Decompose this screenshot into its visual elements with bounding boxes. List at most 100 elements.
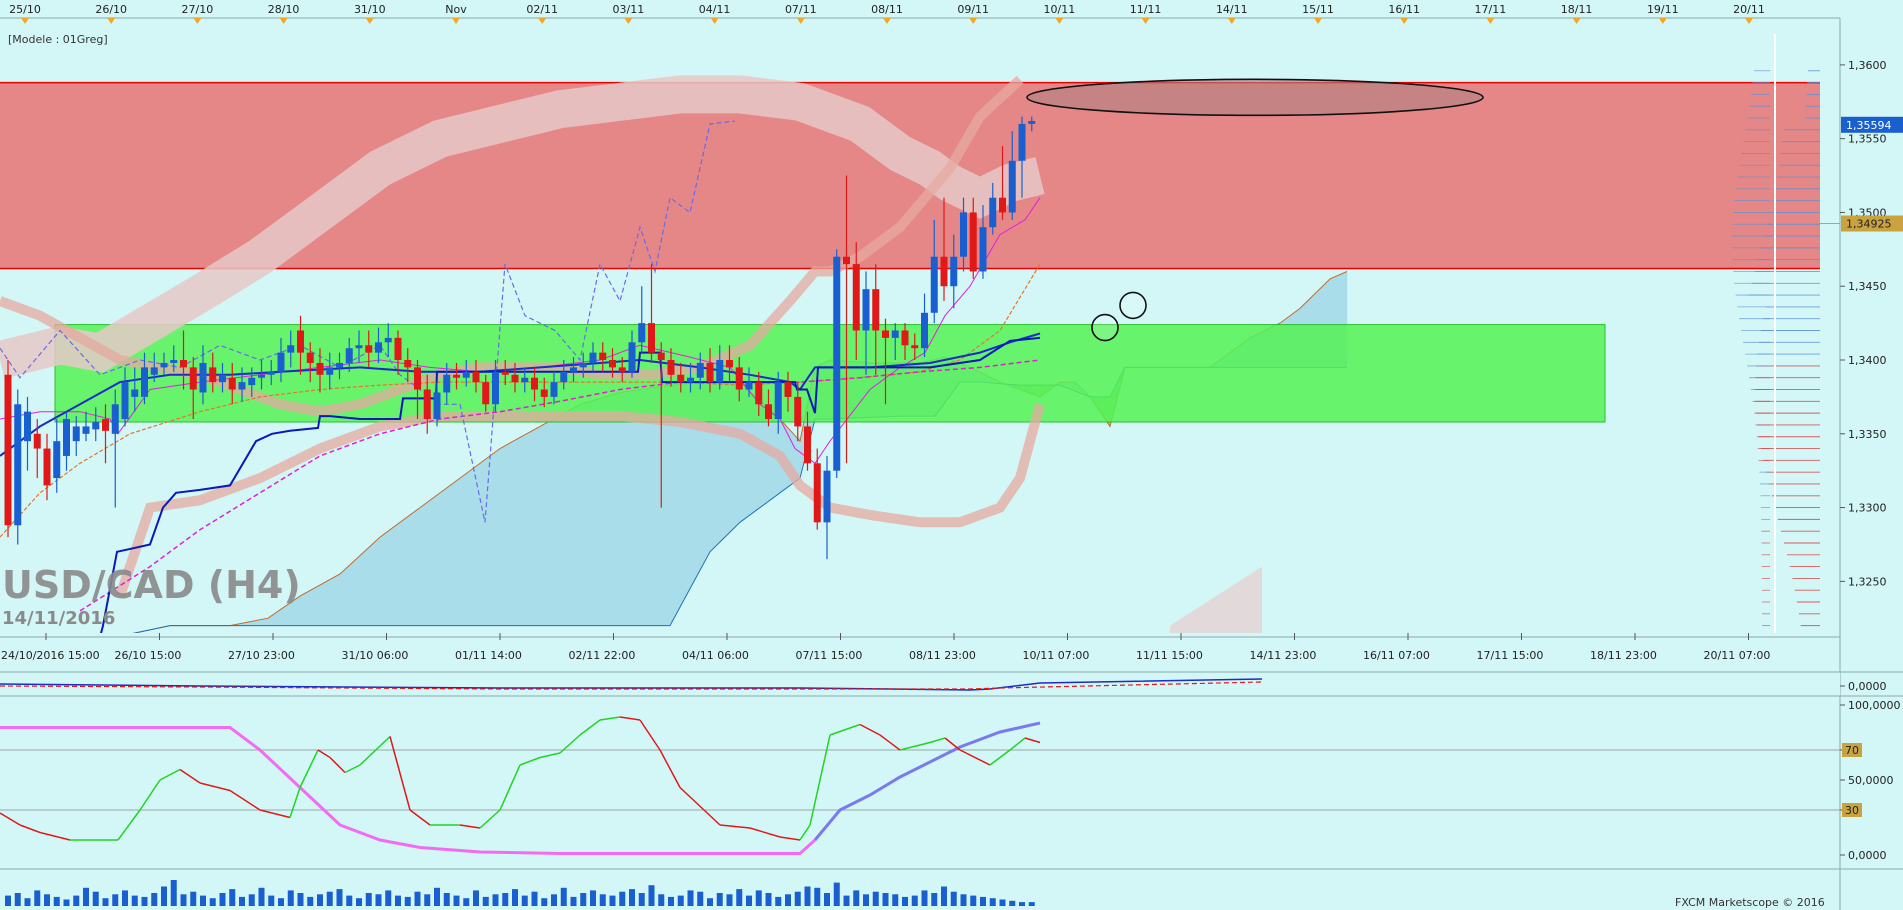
top-date-label: 20/11: [1733, 3, 1765, 16]
cloud-slice: [260, 618, 265, 626]
cloud-slice: [356, 554, 361, 626]
cloud-slice: [368, 543, 373, 626]
cloud-slice: [581, 402, 586, 626]
volume-bar: [824, 893, 830, 906]
price-tick-label: 1,3600: [1848, 59, 1887, 72]
footer-credit: FXCM Marketscope © 2016: [1675, 896, 1825, 909]
bull-candle: [384, 337, 392, 343]
cloud-slice: [605, 395, 610, 626]
stoch-tick-label: 50,0000: [1848, 774, 1894, 787]
volume-bar: [404, 896, 411, 906]
volume-bar: [248, 894, 255, 906]
cloud-slice: [509, 440, 514, 626]
price-tick-label: 1,3450: [1848, 280, 1887, 293]
volume-bar: [707, 898, 713, 906]
cloud-slice: [392, 524, 397, 626]
bear-candle: [102, 419, 109, 431]
volume-bar: [209, 898, 216, 906]
bull-candle: [131, 389, 139, 397]
cloud-slice: [395, 522, 400, 626]
target-ellipse: [1026, 78, 1484, 117]
bear-candle: [228, 377, 236, 390]
volume-bar: [395, 895, 401, 906]
volume-bar: [180, 894, 187, 906]
cloud-slice: [590, 399, 595, 626]
bull-candle: [989, 197, 997, 228]
volume-bar: [629, 889, 635, 906]
bull-candle: [238, 382, 246, 390]
osc-bg: [0, 672, 1840, 696]
top-date-label: Nov: [445, 3, 467, 16]
stoch-tick-label: 70: [1845, 744, 1859, 757]
line-price-label: 1,34925: [1846, 218, 1892, 231]
cloud-slice: [542, 422, 547, 626]
stoch-tick-label: 0,0000: [1848, 849, 1887, 862]
volume-bar: [970, 895, 977, 906]
bull-candle: [716, 360, 724, 383]
bottom-date-label: 04/11 06:00: [682, 649, 749, 662]
cloud-slice: [503, 444, 508, 626]
cloud-slice: [467, 469, 472, 626]
volume-bar: [1028, 902, 1035, 906]
bull-candle: [1008, 160, 1016, 213]
cloud-slice: [635, 389, 640, 626]
price-tick-label: 1,3250: [1848, 575, 1887, 588]
volume-bar: [989, 898, 996, 906]
bear-candle: [843, 256, 850, 265]
bull-candle: [336, 362, 343, 368]
volume-bar: [473, 890, 479, 906]
volume-bar: [941, 886, 947, 906]
cloud-slice: [488, 453, 493, 626]
cloud-slice: [434, 493, 439, 626]
cloud-slice: [569, 407, 574, 626]
bear-candle: [901, 330, 909, 346]
bull-candle: [745, 382, 753, 390]
top-date-label: 27/10: [182, 3, 214, 16]
bear-candle: [297, 330, 304, 353]
volume-bar: [443, 893, 450, 906]
bull-candle: [550, 382, 558, 397]
volume-bar: [492, 894, 499, 906]
cloud-slice: [617, 392, 622, 626]
top-date-label: 03/11: [613, 3, 645, 16]
volume-bar: [434, 887, 440, 906]
bull-candle: [638, 323, 646, 343]
cloud-slice: [608, 394, 613, 626]
cloud-slice: [317, 584, 322, 626]
cloud-slice: [614, 392, 619, 626]
cloud-slice: [476, 462, 481, 626]
cloud-slice: [593, 398, 598, 626]
volume-bar: [34, 890, 41, 906]
volume-bar: [580, 893, 587, 906]
top-date-label: 11/11: [1130, 3, 1162, 16]
cloud-slice: [497, 447, 502, 626]
bull-candle: [14, 404, 22, 526]
cloud-slice: [329, 577, 334, 626]
bull-candle: [258, 374, 265, 378]
bear-candle: [813, 463, 821, 523]
price-tick-label: 1,3550: [1848, 133, 1887, 146]
volume-bar: [960, 894, 967, 906]
volume-bar: [512, 889, 518, 906]
top-date-label: 16/11: [1388, 3, 1420, 16]
volume-bar: [668, 896, 674, 906]
volume-bar: [911, 895, 918, 906]
bear-candle: [999, 197, 1006, 213]
volume-bar: [482, 896, 489, 906]
bull-candle: [823, 470, 831, 523]
bear-candle: [511, 374, 519, 383]
oscillator-panel: 0,0000: [0, 671, 1903, 697]
volume-bar: [83, 887, 89, 906]
bull-candle: [891, 330, 899, 338]
cloud-slice: [530, 429, 535, 626]
top-date-label: 18/11: [1561, 3, 1593, 16]
bull-candle: [355, 345, 363, 349]
bottom-date-label: 18/11 23:00: [1590, 649, 1657, 662]
cloud-slice: [557, 414, 562, 626]
usdcad-chart: 25/10 26/10 27/10 28/10 31/10 Nov 02/11 03/11 04…: [0, 0, 1903, 910]
cloud-slice: [548, 419, 553, 626]
bear-candle: [648, 323, 655, 353]
volume-bar: [531, 891, 538, 906]
bottom-date-label: 26/10 15:00: [115, 649, 182, 662]
bear-candle: [784, 382, 792, 397]
